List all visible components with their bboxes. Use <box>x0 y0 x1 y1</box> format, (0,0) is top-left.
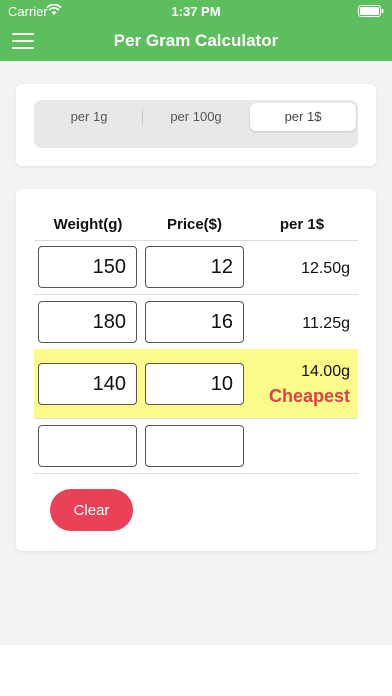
nav-bar: Carrier 1:37 PM Per Gram Calculator <box>0 0 392 61</box>
price-input[interactable] <box>145 301 244 343</box>
clear-button[interactable]: Clear <box>50 489 133 531</box>
column-header-weight: Weight(g) <box>53 216 123 233</box>
price-input[interactable] <box>145 425 244 467</box>
weight-input[interactable] <box>38 246 137 288</box>
weight-input[interactable] <box>38 363 137 405</box>
battery-icon <box>358 5 384 17</box>
segment-per-1g[interactable]: per 1g <box>36 103 142 131</box>
segment-per-1-dollar[interactable]: per 1$ <box>250 103 356 131</box>
cheapest-badge: Cheapest <box>268 386 350 406</box>
status-time: 1:37 PM <box>171 4 221 19</box>
column-header-per: per 1$ <box>279 216 325 233</box>
status-bar: Carrier 1:37 PM <box>0 0 392 22</box>
segment-per-100g[interactable]: per 100g <box>143 103 249 131</box>
row-divider <box>34 294 358 295</box>
unit-selector-card: per 1g per 100g per 1$ <box>16 84 376 166</box>
row-divider <box>34 473 358 474</box>
bottom-safe-area <box>0 645 392 696</box>
calculator-card: Weight(g) Price($) per 1$ 12.50g 11.25g … <box>16 189 376 551</box>
row-divider <box>34 240 358 241</box>
weight-input[interactable] <box>38 301 137 343</box>
result-value: 14.00g <box>301 363 350 380</box>
price-input[interactable] <box>145 246 244 288</box>
weight-input[interactable] <box>38 425 137 467</box>
result-value: 11.25g <box>302 315 350 332</box>
row-divider <box>34 418 358 419</box>
page-title: Per Gram Calculator <box>113 31 279 50</box>
unit-segmented-control: per 1g per 100g per 1$ <box>34 100 358 148</box>
column-header-price: Price($) <box>166 216 223 233</box>
price-input[interactable] <box>145 363 244 405</box>
result-value: 12.50g <box>301 260 350 277</box>
